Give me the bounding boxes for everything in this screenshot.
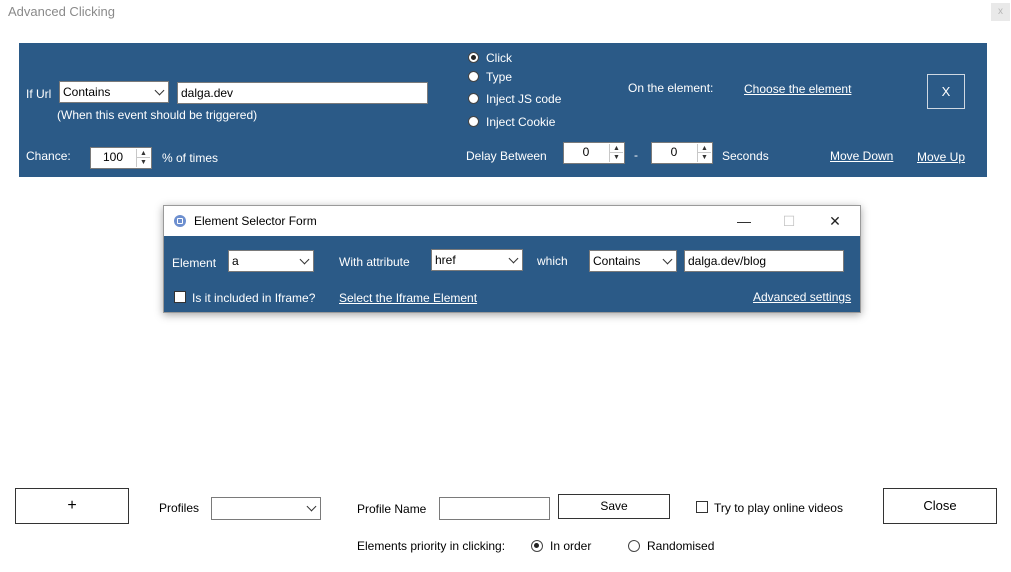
delay-to-stepper[interactable]: 0 ▲ ▼ — [651, 142, 713, 164]
stepper-up-icon[interactable]: ▲ — [137, 149, 150, 158]
move-down-link[interactable]: Move Down — [830, 149, 893, 163]
maximize-icon[interactable]: ☐ — [774, 210, 804, 232]
radio-click[interactable] — [468, 52, 479, 63]
url-match-select[interactable]: Contains — [59, 81, 169, 103]
on-element-label: On the element: — [628, 81, 714, 95]
chevron-down-icon — [299, 254, 310, 265]
radio-inject-js[interactable] — [468, 93, 479, 104]
dialog-body: Element a With attribute href which Cont… — [164, 236, 860, 312]
move-up-link[interactable]: Move Up — [917, 150, 965, 164]
url-input[interactable]: dalga.dev — [177, 82, 428, 104]
radio-inject-cookie-label: Inject Cookie — [486, 115, 556, 129]
radio-type[interactable] — [468, 71, 479, 82]
profile-name-input[interactable] — [439, 497, 550, 520]
radio-type-label: Type — [486, 70, 513, 84]
stepper-down-icon[interactable]: ▼ — [137, 158, 150, 167]
if-url-label: If Url — [26, 87, 52, 101]
match-select[interactable]: Contains — [589, 250, 677, 272]
stepper-down-icon[interactable]: ▼ — [698, 153, 711, 162]
select-iframe-link[interactable]: Select the Iframe Element — [339, 291, 477, 305]
remove-event-button[interactable]: X — [927, 74, 965, 109]
priority-label: Elements priority in clicking: — [357, 539, 506, 553]
which-label: which — [537, 254, 568, 268]
add-event-button[interactable]: + — [15, 488, 129, 524]
profiles-select[interactable] — [211, 497, 321, 520]
choose-element-link[interactable]: Choose the element — [744, 82, 851, 96]
chance-label: Chance: — [26, 149, 71, 163]
priority-in-order-label: In order — [550, 539, 592, 553]
window-close-button[interactable]: x — [991, 3, 1010, 21]
attribute-select[interactable]: href — [431, 249, 523, 271]
url-match-value: Contains — [63, 85, 111, 99]
element-selector-dialog: Element Selector Form — ☐ ✕ Element a Wi… — [163, 205, 861, 313]
window-title: Advanced Clicking — [8, 4, 115, 19]
trigger-hint: (When this event should be triggered) — [57, 108, 258, 122]
radio-inject-cookie[interactable] — [468, 116, 479, 127]
profiles-label: Profiles — [159, 501, 200, 515]
dialog-titlebar[interactable]: Element Selector Form — ☐ ✕ — [164, 206, 860, 236]
iframe-checkbox-label: Is it included in Iframe? — [192, 291, 316, 305]
chance-stepper[interactable]: 100 ▲ ▼ — [90, 147, 152, 169]
play-videos-label: Try to play online videos — [714, 501, 843, 515]
element-select-value: a — [232, 254, 239, 268]
delay-to-value: 0 — [670, 145, 678, 159]
delay-separator: - — [634, 148, 638, 162]
element-label: Element — [172, 256, 217, 270]
radio-click-label: Click — [486, 51, 512, 65]
element-select[interactable]: a — [228, 250, 314, 272]
priority-random-radio[interactable] — [628, 540, 640, 552]
iframe-checkbox[interactable] — [174, 291, 186, 303]
delay-from-stepper[interactable]: 0 ▲ ▼ — [563, 142, 625, 164]
profile-name-label: Profile Name — [357, 502, 427, 516]
chevron-down-icon — [154, 85, 165, 96]
chance-suffix: % of times — [162, 151, 219, 165]
app-icon — [174, 215, 186, 227]
delay-from-value: 0 — [582, 145, 590, 159]
attribute-label: With attribute — [339, 255, 410, 269]
save-button[interactable]: Save — [558, 494, 670, 519]
chance-value: 100 — [102, 150, 124, 164]
event-panel: If Url Contains dalga.dev (When this eve… — [19, 43, 987, 177]
play-videos-checkbox[interactable] — [696, 501, 708, 513]
radio-inject-js-label: Inject JS code — [486, 92, 562, 106]
chevron-down-icon — [306, 501, 317, 512]
priority-random-label: Randomised — [647, 539, 715, 553]
delay-unit: Seconds — [722, 149, 769, 163]
close-button[interactable]: Close — [883, 488, 997, 524]
close-icon[interactable]: ✕ — [820, 210, 850, 232]
match-select-value: Contains — [593, 254, 641, 268]
stepper-up-icon[interactable]: ▲ — [698, 144, 711, 153]
match-text-input[interactable]: dalga.dev/blog — [684, 250, 844, 272]
chevron-down-icon — [508, 253, 519, 264]
advanced-settings-link[interactable]: Advanced settings — [753, 290, 851, 304]
priority-in-order-radio[interactable] — [531, 540, 543, 552]
delay-label: Delay Between — [466, 149, 547, 163]
stepper-down-icon[interactable]: ▼ — [610, 153, 623, 162]
stepper-up-icon[interactable]: ▲ — [610, 144, 623, 153]
chevron-down-icon — [662, 254, 673, 265]
dialog-title: Element Selector Form — [194, 214, 317, 228]
minimize-icon[interactable]: — — [729, 210, 759, 232]
attribute-select-value: href — [435, 253, 456, 267]
